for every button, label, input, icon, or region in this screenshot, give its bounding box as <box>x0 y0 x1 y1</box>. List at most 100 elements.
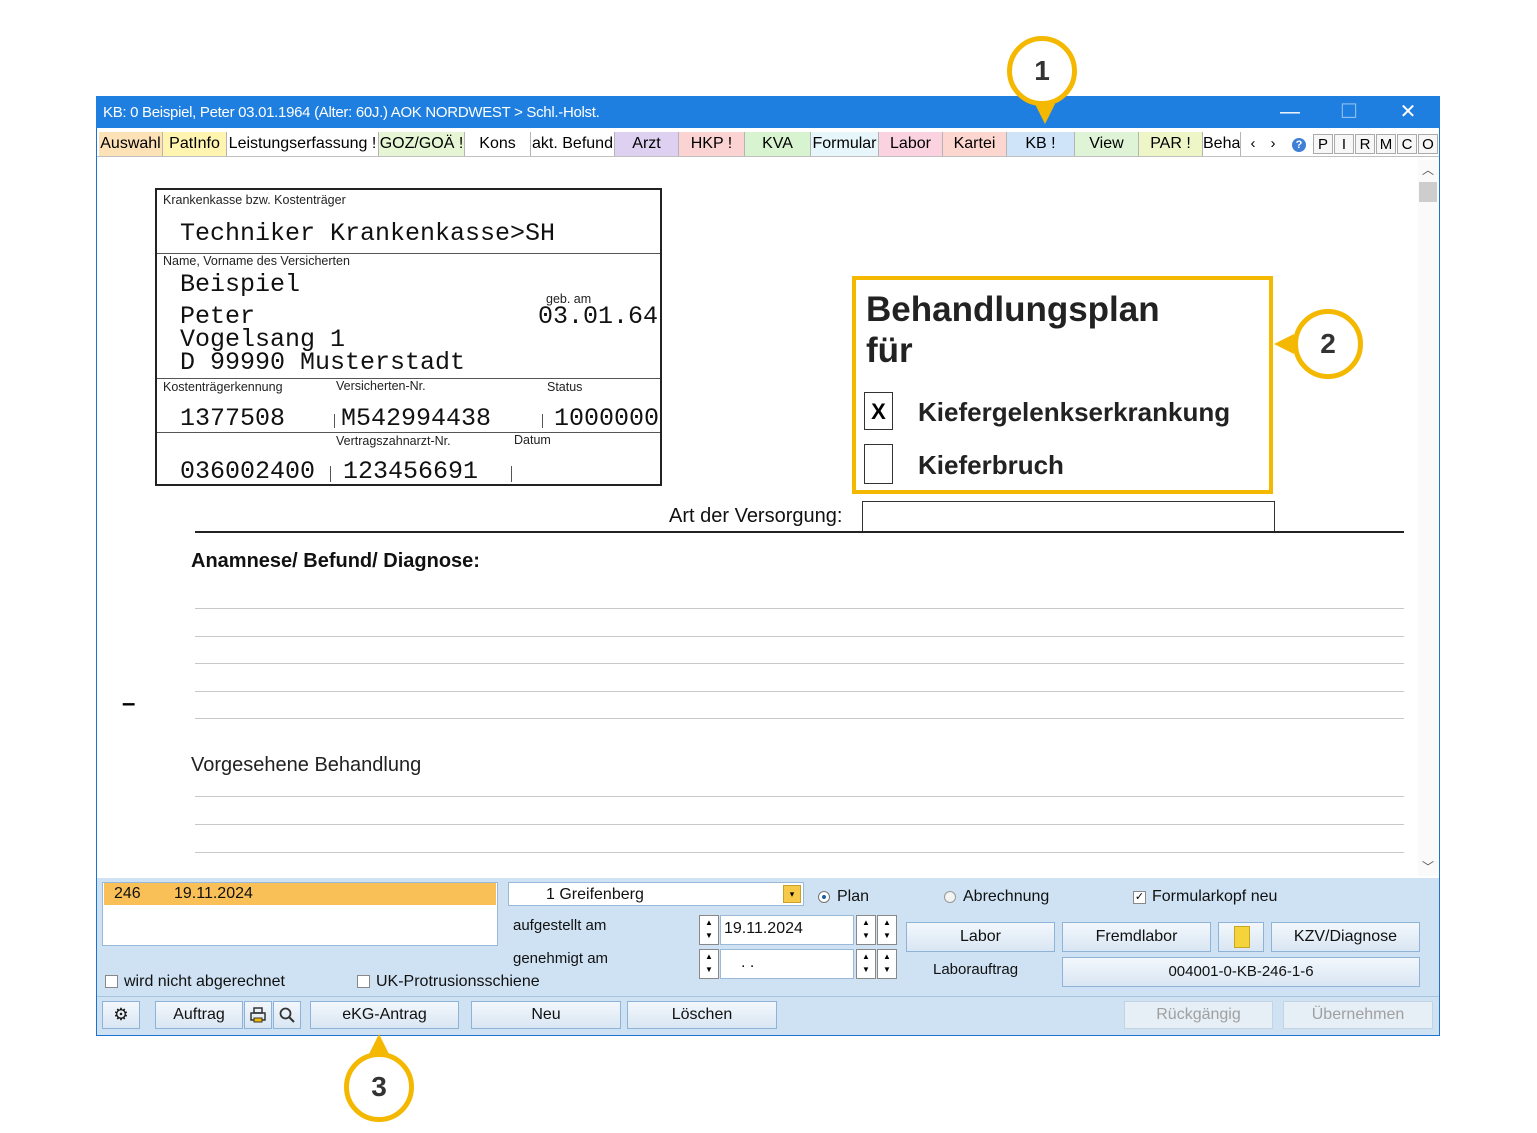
date-stepper-left[interactable]: ▲ ▼ <box>699 915 719 945</box>
aufgestellt-label: aufgestellt am <box>513 917 607 934</box>
lastname-value: Beispiel <box>180 270 301 299</box>
tab-leistungserfassung[interactable]: Leistungserfassung ! <box>227 132 379 156</box>
tab-scroll-right-icon[interactable]: › <box>1263 134 1283 154</box>
quick-button-p[interactable]: P <box>1313 134 1333 154</box>
tab-goz-goae[interactable]: GOZ/GOÄ ! <box>379 132 465 156</box>
tab-hkp[interactable]: HKP ! <box>679 132 745 156</box>
checkbox-uk-protrusion[interactable] <box>357 975 370 988</box>
checkbox-kieferbruch[interactable] <box>864 444 893 484</box>
radio-dot <box>822 895 826 899</box>
scroll-down-icon[interactable]: ﹀ <box>1418 858 1438 876</box>
dob-value: 03.01.64 <box>538 302 659 331</box>
maximize-button[interactable]: ☐ <box>1325 96 1373 128</box>
aufgestellt-input[interactable]: 19.11.2024 <box>720 915 854 945</box>
tab-kva[interactable]: KVA <box>745 132 811 156</box>
plan-list-row[interactable]: 246 19.11.2024 <box>104 883 496 905</box>
gear-icon: ⚙ <box>113 1005 129 1024</box>
laborauftrag-label: Laborauftrag <box>933 961 1019 978</box>
checkbox-nicht-abgerechnet[interactable] <box>105 975 118 988</box>
tab-arzt[interactable]: Arzt <box>615 132 679 156</box>
radio-abrechnung[interactable] <box>944 891 956 903</box>
dentist-select[interactable]: 1 Greifenberg ▾ <box>508 882 804 906</box>
note-button[interactable] <box>1218 922 1264 952</box>
close-button[interactable]: ✕ <box>1384 96 1432 128</box>
quick-button-o[interactable]: O <box>1418 134 1438 154</box>
date-stepper-right[interactable]: ▲ ▼ <box>877 949 897 979</box>
chevron-down-icon[interactable]: ▾ <box>783 885 801 903</box>
plan-title-fuer: für <box>866 331 913 370</box>
loeschen-button[interactable]: Löschen <box>627 1001 777 1029</box>
versorgung-input[interactable] <box>862 501 1275 532</box>
genehmigt-input[interactable]: . . <box>720 949 854 979</box>
divider <box>542 414 543 428</box>
bsnr-value: 036002400 <box>180 457 316 486</box>
quick-button-i[interactable]: I <box>1334 134 1354 154</box>
kt-value: 1377508 <box>180 404 286 433</box>
scrollbar-thumb[interactable] <box>1419 182 1437 202</box>
quick-button-c[interactable]: C <box>1397 134 1417 154</box>
aufgestellt-value: 19.11.2024 <box>724 920 803 937</box>
vnr-label: Versicherten-Nr. <box>336 379 426 393</box>
section-divider <box>195 531 1404 533</box>
tab-view[interactable]: View <box>1075 132 1139 156</box>
tab-formular[interactable]: Formular <box>811 132 879 156</box>
date-stepper-right[interactable]: ▲ ▼ <box>856 915 876 945</box>
checkbox-kiefergelenk[interactable]: X <box>864 392 893 430</box>
tab-scroll-left-icon[interactable]: ‹ <box>1243 134 1263 154</box>
callout-1-pointer <box>1035 104 1055 124</box>
fremdlabor-button[interactable]: Fremdlabor <box>1062 922 1211 952</box>
behandlung-line <box>195 852 1404 853</box>
plan-date: 19.11.2024 <box>174 885 253 902</box>
dentist-value: 1 Greifenberg <box>546 886 644 903</box>
anamnese-line <box>195 691 1404 692</box>
tab-par[interactable]: PAR ! <box>1139 132 1203 156</box>
date-stepper-right[interactable]: ▲ ▼ <box>877 915 897 945</box>
ekg-antrag-button[interactable]: eKG-Antrag <box>310 1001 459 1029</box>
scroll-up-icon[interactable]: ︿ <box>1418 160 1438 180</box>
date-stepper-left[interactable]: ▲ ▼ <box>699 949 719 979</box>
note-icon <box>1234 926 1250 948</box>
minimize-button[interactable]: — <box>1266 96 1314 128</box>
quick-button-r[interactable]: R <box>1355 134 1375 154</box>
kt-label: Kostenträgerkennung <box>163 380 283 394</box>
preview-button[interactable] <box>273 1001 301 1029</box>
auftrag-button[interactable]: Auftrag <box>155 1001 243 1029</box>
behandlung-line <box>195 796 1404 797</box>
anamnese-line <box>195 636 1404 637</box>
settings-button[interactable]: ⚙ <box>102 1001 140 1029</box>
laborauftrag-button[interactable]: 004001-0-KB-246-1-6 <box>1062 957 1420 987</box>
tab-labor[interactable]: Labor <box>879 132 943 156</box>
vertical-scrollbar[interactable]: ︿ ﹀ <box>1418 160 1438 876</box>
kzv-diagnose-button[interactable]: KZV/Diagnose <box>1271 922 1420 952</box>
genehmigt-value: . . <box>741 954 755 971</box>
divider <box>511 466 512 482</box>
tab-patinfo[interactable]: PatInfo <box>163 132 227 156</box>
quick-button-m[interactable]: M <box>1376 134 1396 154</box>
tab-kb[interactable]: KB ! <box>1007 132 1075 156</box>
radio-plan-label: Plan <box>837 888 870 905</box>
anamnese-label: Anamnese/ Befund/ Diagnose: <box>191 550 480 572</box>
option-kiefergelenk: Kiefergelenkserkrankung <box>918 397 1231 427</box>
city-value: D 99990 Musterstadt <box>180 348 466 377</box>
uebernehmen-button[interactable]: Übernehmen <box>1283 1001 1433 1029</box>
tab-kartei[interactable]: Kartei <box>943 132 1007 156</box>
kasse-label: Krankenkasse bzw. Kostenträger <box>163 193 346 207</box>
anamnese-line <box>195 608 1404 609</box>
module-tab-bar: Auswahl PatInfo Leistungserfassung ! GOZ… <box>97 132 1439 156</box>
help-icon-glyph: ? <box>1292 138 1306 152</box>
labor-button[interactable]: Labor <box>906 922 1055 952</box>
plan-title: Behandlungsplan <box>866 290 1160 329</box>
neu-button[interactable]: Neu <box>471 1001 621 1029</box>
tab-kons[interactable]: Kons <box>465 132 531 156</box>
vza-value: 123456691 <box>343 457 479 486</box>
help-icon[interactable]: ? <box>1289 134 1309 154</box>
date-stepper-right[interactable]: ▲ ▼ <box>856 949 876 979</box>
checkbox-formularkopf[interactable]: ✓ <box>1133 891 1146 904</box>
print-button[interactable] <box>244 1001 272 1029</box>
tab-akt-befund[interactable]: akt. Befund <box>531 132 615 156</box>
tab-auswahl[interactable]: Auswahl <box>99 132 163 156</box>
rueckgaengig-button[interactable]: Rückgängig <box>1124 1001 1273 1029</box>
tab-behandlung[interactable]: Beha <box>1203 132 1241 156</box>
radio-plan[interactable] <box>818 891 830 903</box>
name-label: Name, Vorname des Versicherten <box>163 254 350 268</box>
